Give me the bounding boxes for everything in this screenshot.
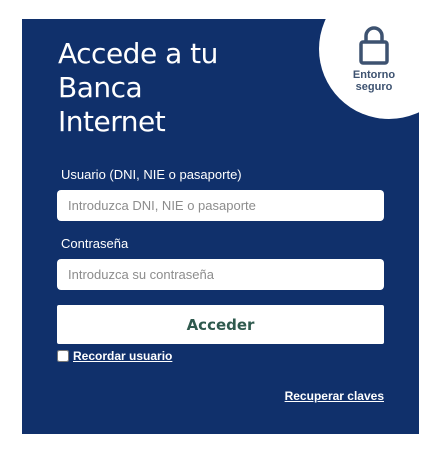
- remember-user-row: Recordar usuario: [57, 349, 172, 363]
- title-line-1: Accede a tu: [58, 37, 218, 70]
- user-input[interactable]: [57, 190, 384, 221]
- page-title: Accede a tu Banca Internet: [58, 37, 278, 139]
- login-button[interactable]: Acceder: [57, 305, 384, 344]
- recover-keys-link[interactable]: Recuperar claves: [272, 389, 384, 403]
- user-field-label: Usuario (DNI, NIE o pasaporte): [61, 167, 242, 182]
- secure-badge-label: Entorno seguro: [344, 69, 404, 93]
- secure-badge-line2: seguro: [355, 81, 393, 93]
- remember-user-label[interactable]: Recordar usuario: [73, 349, 172, 363]
- remember-user-checkbox[interactable]: [57, 350, 69, 362]
- title-line-3: Internet: [58, 105, 166, 138]
- lock-icon: [359, 26, 389, 65]
- title-line-2: Banca: [58, 71, 143, 104]
- password-field-label: Contraseña: [61, 236, 129, 251]
- secure-badge-content: Entorno seguro: [344, 25, 404, 93]
- login-panel: Entorno seguro Accede a tu Banca Interne…: [22, 19, 419, 434]
- secure-badge-line1: Entorno: [352, 69, 396, 81]
- password-input[interactable]: [57, 259, 384, 290]
